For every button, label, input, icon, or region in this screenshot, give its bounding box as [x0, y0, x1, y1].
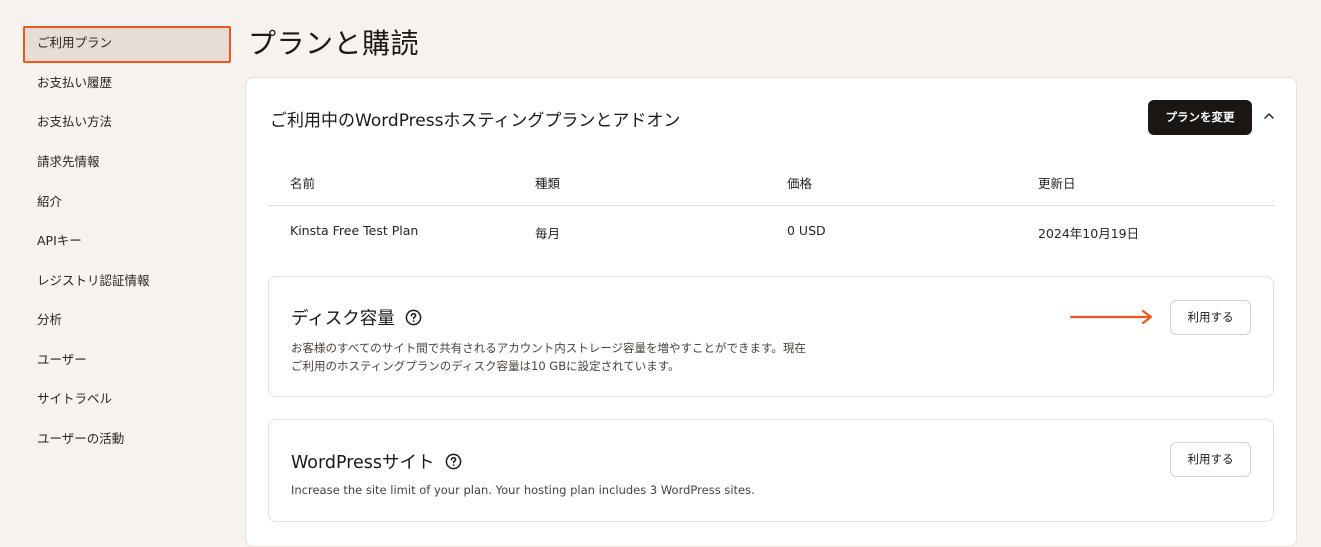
question-circle-icon[interactable]: [445, 453, 462, 470]
table-cell-plan-price: 0 USD: [787, 223, 826, 238]
table-cell-plan-name: Kinsta Free Test Plan: [290, 223, 419, 238]
sidebar-item-billing-info[interactable]: 請求先情報: [37, 154, 100, 170]
addon-wordpress-sites-card: WordPressサイト Increase the site limit of …: [268, 419, 1274, 522]
sidebar-item-analytics[interactable]: 分析: [37, 312, 62, 328]
addon-wordpress-sites-use-button[interactable]: 利用する: [1170, 442, 1251, 477]
plan-card-title: ご利用中のWordPressホスティングプランとアドオン: [270, 111, 681, 131]
sidebar: ご利用プラン お支払い履歴 お支払い方法 請求先情報 紹介 APIキー レジスト…: [0, 0, 245, 537]
addon-disk-space-title-row: ディスク容量: [291, 305, 422, 330]
sidebar-item-site-labels[interactable]: サイトラベル: [37, 391, 112, 407]
addon-disk-space-title: ディスク容量: [291, 309, 395, 329]
table-header-renewal: 更新日: [1038, 176, 1076, 191]
table-divider: [268, 205, 1275, 206]
table-header-name: 名前: [290, 176, 316, 191]
table-cell-plan-type: 毎月: [535, 226, 561, 241]
sidebar-item-plan[interactable]: ご利用プラン: [37, 35, 112, 51]
annotation-arrow-icon: [1070, 309, 1153, 325]
change-plan-button[interactable]: プランを変更: [1148, 100, 1252, 135]
sidebar-item-referral[interactable]: 紹介: [37, 194, 62, 210]
table-header-type: 種類: [535, 176, 561, 191]
page-title: プランと購読: [248, 27, 420, 60]
sidebar-item-payment-method[interactable]: お支払い方法: [37, 114, 112, 130]
addon-wordpress-sites-title: WordPressサイト: [291, 453, 435, 473]
addon-wordpress-sites-title-row: WordPressサイト: [291, 449, 462, 474]
sidebar-item-payment-history[interactable]: お支払い履歴: [37, 75, 112, 91]
sidebar-item-user-activity[interactable]: ユーザーの活動: [37, 431, 124, 447]
addon-disk-space-use-button[interactable]: 利用する: [1170, 300, 1251, 335]
addon-disk-space-card: ディスク容量 お客様のすべてのサイト間で共有されるアカウント内ストレージ容量を増…: [268, 276, 1274, 397]
addon-wordpress-sites-description: Increase the site limit of your plan. Yo…: [291, 483, 755, 497]
addon-disk-space-description-line-1: お客様のすべてのサイト間で共有されるアカウント内ストレージ容量を増やすことができ…: [291, 341, 806, 355]
table-header-price: 価格: [787, 176, 813, 191]
addon-disk-space-description: お客様のすべてのサイト間で共有されるアカウント内ストレージ容量を増やすことができ…: [291, 339, 806, 375]
table-cell-plan-renewal: 2024年10月19日: [1038, 226, 1140, 241]
chevron-up-icon[interactable]: [1262, 109, 1276, 123]
sidebar-item-users[interactable]: ユーザー: [37, 352, 87, 368]
addon-disk-space-description-line-2: ご利用のホスティングプランのディスク容量は10 GBに設定されています。: [291, 359, 680, 373]
sidebar-item-api-keys[interactable]: APIキー: [37, 233, 82, 249]
sidebar-item-registry-credentials[interactable]: レジストリ認証情報: [37, 273, 150, 289]
question-circle-icon[interactable]: [405, 309, 422, 326]
